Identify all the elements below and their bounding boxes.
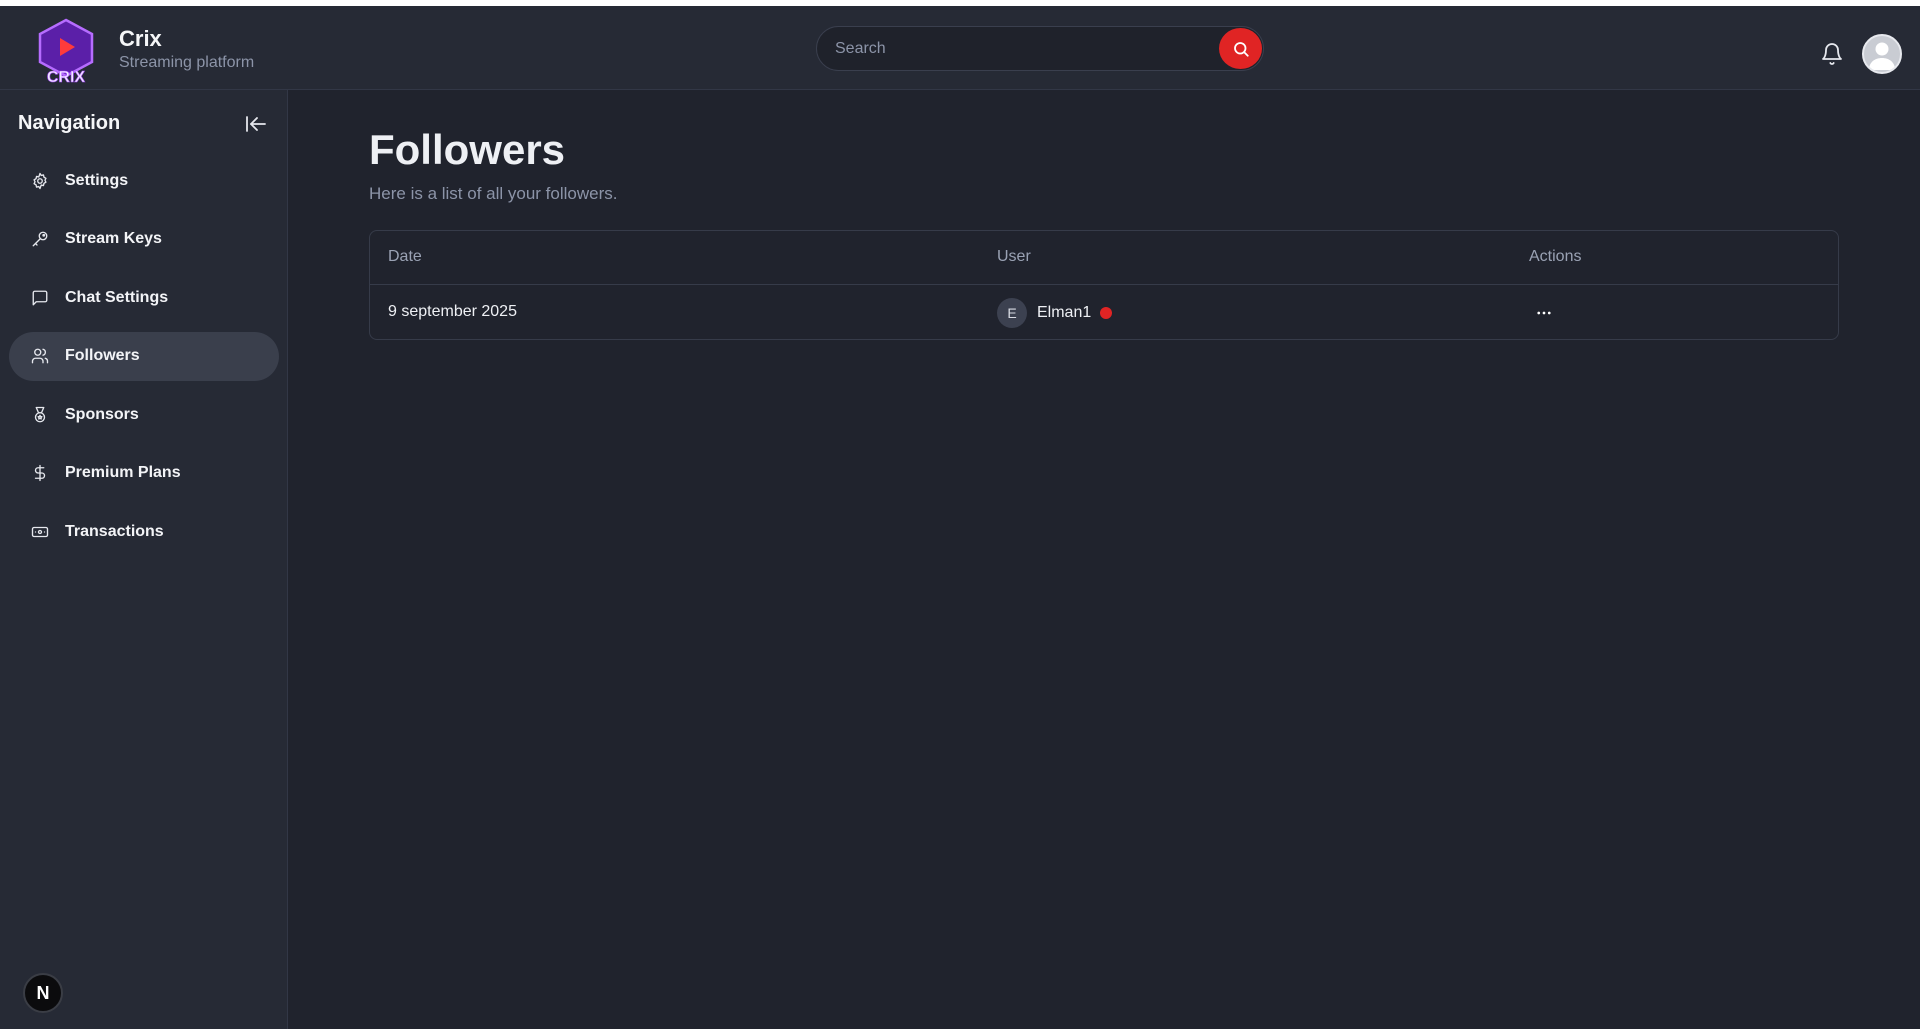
sidebar-title: Navigation: [18, 112, 121, 134]
search-bar: [816, 26, 1264, 71]
avatar: E: [997, 298, 1027, 328]
search-input[interactable]: [835, 27, 1215, 70]
sidebar-item-label: Sponsors: [65, 405, 139, 423]
sidebar-item-transactions[interactable]: Transactions: [9, 507, 279, 556]
column-header-actions: Actions: [1529, 248, 1582, 265]
user-avatar-button[interactable]: [1862, 34, 1902, 74]
banknote-icon: [31, 526, 49, 537]
follow-date: 9 september 2025: [388, 303, 517, 320]
sidebar-item-sponsors[interactable]: Sponsors: [9, 390, 279, 439]
sidebar-item-followers[interactable]: Followers: [9, 331, 279, 381]
gear-icon: [33, 172, 47, 189]
bell-icon[interactable]: [1820, 42, 1844, 66]
sidebar-item-label: Chat Settings: [65, 288, 169, 306]
sidebar-nav: Settings Stream Keys Chat Settings Follo…: [9, 156, 279, 566]
column-header-date: Date: [388, 248, 422, 265]
search-button[interactable]: [1219, 28, 1262, 69]
table-row: 9 september 2025 E Elman1: [370, 285, 1838, 339]
search-icon: [1233, 41, 1249, 57]
sidebar: Navigation Settings Stream Keys Chat Set…: [0, 90, 288, 1029]
page-subtitle: Here is a list of all your followers.: [369, 184, 618, 203]
more-horizontal-icon: [1537, 311, 1551, 315]
followers-table: Date User Actions 9 september 2025 E Elm…: [369, 230, 1839, 340]
sidebar-item-label: Followers: [65, 347, 140, 364]
user-name: Elman1: [1037, 304, 1092, 321]
sidebar-item-chat-settings[interactable]: Chat Settings: [9, 273, 279, 322]
sidebar-item-label: Premium Plans: [65, 464, 181, 481]
main-content: Followers Here is a list of all your fol…: [289, 90, 1920, 1029]
top-header: CRIX Crix Streaming platform: [0, 6, 1920, 90]
dev-tools-badge[interactable]: N: [23, 973, 63, 1013]
sidebar-item-premium-plans[interactable]: Premium Plans: [9, 449, 279, 498]
collapse-sidebar-icon[interactable]: [244, 112, 268, 136]
sidebar-item-label: Transactions: [65, 522, 164, 540]
status-indicator: [1100, 307, 1113, 319]
award-icon: [34, 406, 46, 422]
sidebar-item-label: Settings: [65, 171, 129, 189]
brand-name: Crix: [119, 26, 162, 51]
dollar-icon: [34, 464, 46, 482]
crix-logo[interactable]: CRIX: [34, 18, 98, 88]
users-icon: [31, 348, 49, 364]
chat-icon: [32, 290, 48, 305]
key-icon: [32, 231, 48, 247]
svg-text:CRIX: CRIX: [47, 69, 86, 86]
sidebar-item-settings[interactable]: Settings: [9, 156, 279, 205]
table-header: Date User Actions: [370, 231, 1838, 285]
sidebar-item-label: Stream Keys: [65, 230, 162, 247]
column-header-user: User: [997, 248, 1031, 265]
row-actions-button[interactable]: [1530, 299, 1558, 327]
user-cell[interactable]: E Elman1: [997, 297, 1113, 329]
brand-subtitle: Streaming platform: [119, 54, 255, 71]
page-title: Followers: [369, 126, 566, 173]
sidebar-item-stream-keys[interactable]: Stream Keys: [9, 215, 279, 264]
user-icon: [1869, 42, 1895, 70]
